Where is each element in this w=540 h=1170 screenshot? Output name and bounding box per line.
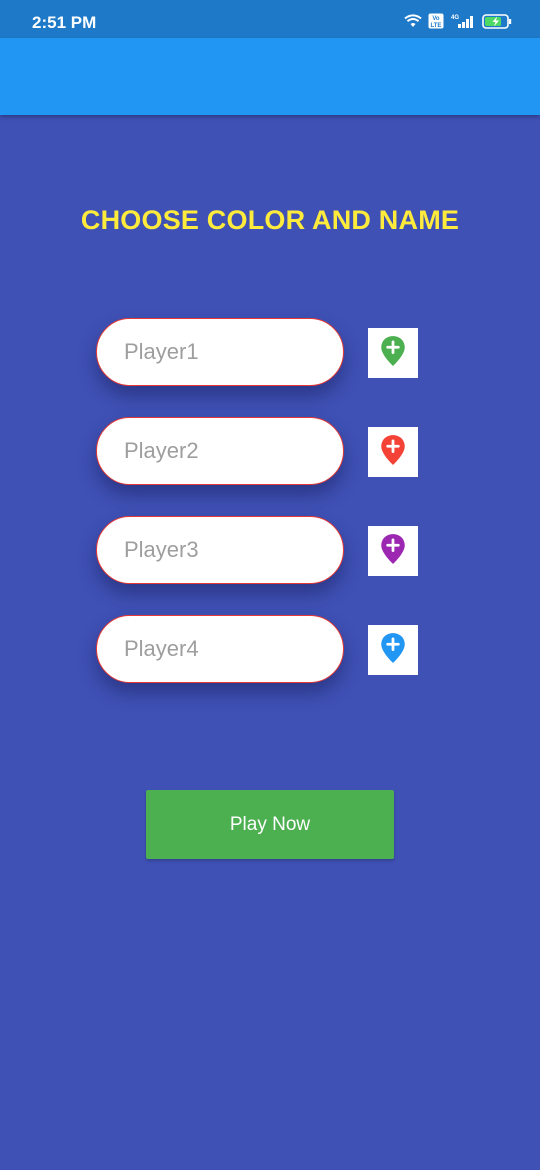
player4-color-button[interactable] — [368, 625, 418, 675]
player3-color-button[interactable] — [368, 526, 418, 576]
app-bar — [0, 38, 540, 115]
player1-name-input[interactable] — [96, 318, 344, 386]
add-location-icon — [380, 434, 406, 471]
battery-charging-icon — [482, 13, 512, 29]
player4-name-input[interactable] — [96, 615, 344, 683]
cellular-signal-icon: 4G — [450, 13, 476, 29]
status-time: 2:51 PM — [32, 13, 97, 32]
player-row-2 — [96, 417, 426, 487]
wifi-icon — [404, 14, 422, 28]
player1-color-button[interactable] — [368, 328, 418, 378]
player3-name-input[interactable] — [96, 516, 344, 584]
player2-color-button[interactable] — [368, 427, 418, 477]
add-location-icon — [380, 632, 406, 669]
player-row-4 — [96, 615, 426, 685]
play-now-button[interactable]: Play Now — [146, 790, 394, 859]
status-bar: 2:51 PM Vo LTE 4G — [0, 0, 540, 38]
svg-text:LTE: LTE — [431, 23, 442, 29]
status-icons: Vo LTE 4G — [404, 13, 512, 29]
volte-icon: Vo LTE — [428, 13, 444, 29]
svg-text:Vo: Vo — [432, 16, 440, 22]
add-location-icon — [380, 335, 406, 372]
add-location-icon — [380, 533, 406, 570]
svg-text:4G: 4G — [451, 15, 459, 21]
player-row-3 — [96, 516, 426, 586]
player-row-1 — [96, 318, 426, 388]
page-title: CHOOSE COLOR AND NAME — [80, 205, 460, 235]
player2-name-input[interactable] — [96, 417, 344, 485]
